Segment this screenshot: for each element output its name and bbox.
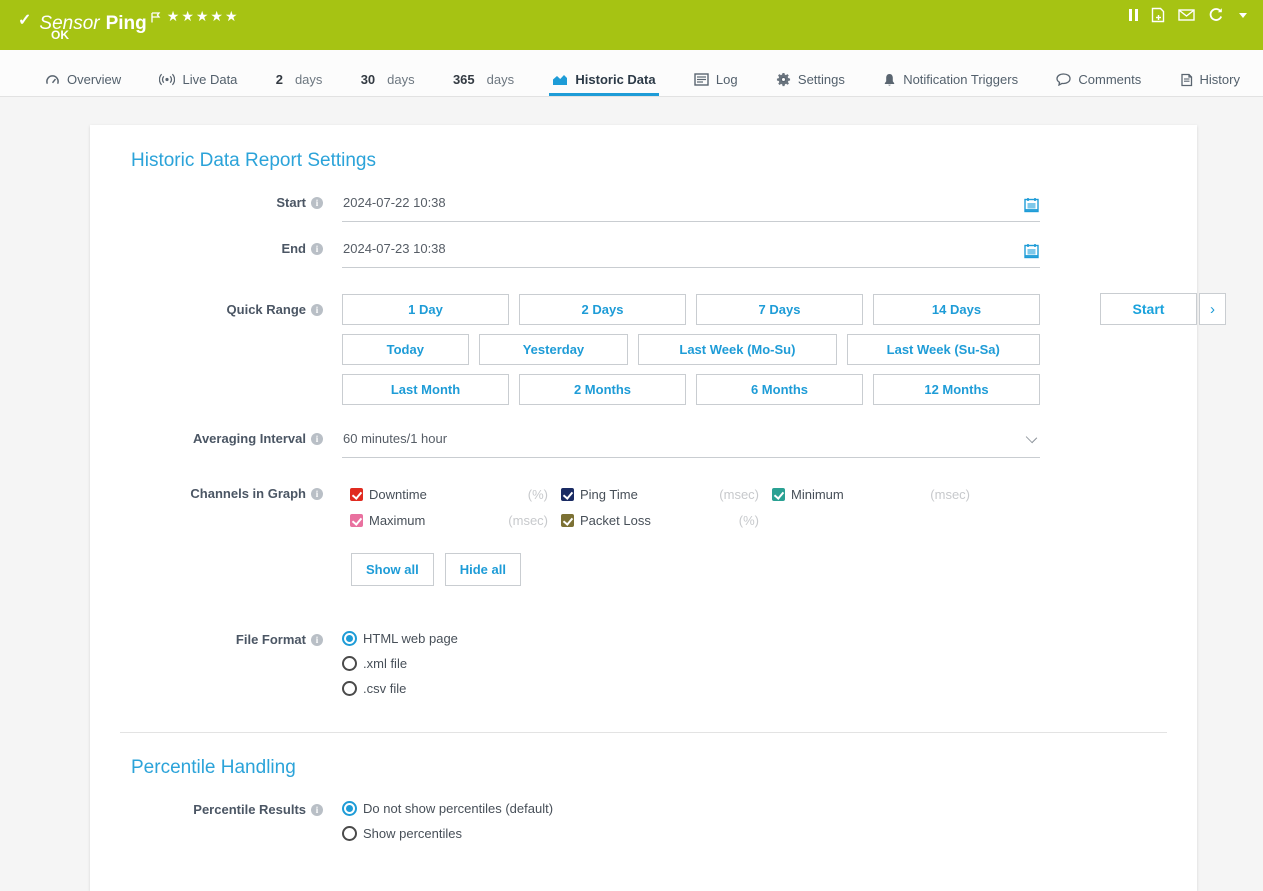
end-label: End	[281, 241, 306, 256]
email-icon[interactable]	[1178, 9, 1195, 21]
sensor-status-badge: OK	[51, 28, 69, 42]
channel-ping-time-checkbox[interactable]: Ping Time (msec)	[561, 487, 759, 502]
start-date-input[interactable]: 2024-07-22 10:38	[342, 193, 1040, 222]
quick-range-12-months-button[interactable]: 12 Months	[873, 374, 1040, 405]
quick-range-today-button[interactable]: Today	[342, 334, 469, 365]
caret-down-icon[interactable]	[1237, 13, 1247, 18]
end-row: End i 2024-07-23 10:38	[131, 239, 1157, 268]
quick-range-7-days-button[interactable]: 7 Days	[696, 294, 863, 325]
percentile-results-label: Percentile Results	[193, 802, 306, 817]
gauge-icon	[45, 73, 60, 87]
sensor-header: ✓ Sensor Ping ★★★★★ OK	[0, 0, 1263, 50]
checkbox-checked-icon[interactable]	[561, 488, 574, 501]
quick-range-last-week-mo-su-button[interactable]: Last Week (Mo-Su)	[638, 334, 836, 365]
broadcast-icon	[159, 73, 175, 86]
quick-range-row: Quick Range i 1 Day 2 Days 7 Days 14 Day…	[131, 294, 1157, 405]
tab-notification-triggers[interactable]: Notification Triggers	[880, 63, 1021, 96]
quick-range-yesterday-button[interactable]: Yesterday	[479, 334, 629, 365]
status-ok-check-icon: ✓	[18, 10, 31, 30]
channel-maximum-checkbox[interactable]: Maximum (msec)	[350, 513, 548, 528]
channels-in-graph-label: Channels in Graph	[190, 486, 306, 501]
info-icon[interactable]: i	[311, 433, 323, 445]
show-all-button[interactable]: Show all	[351, 553, 434, 586]
averaging-interval-row: Averaging Interval i 60 minutes/1 hour	[131, 429, 1157, 458]
start-chevron-button[interactable]: ›	[1199, 293, 1226, 325]
quick-range-2-days-button[interactable]: 2 Days	[519, 294, 686, 325]
info-icon[interactable]: i	[311, 488, 323, 500]
quick-range-2-months-button[interactable]: 2 Months	[519, 374, 686, 405]
file-format-csv-radio[interactable]: .csv file	[342, 681, 1040, 696]
tab-settings[interactable]: Settings	[773, 63, 848, 96]
add-report-icon[interactable]	[1151, 7, 1165, 23]
calendar-icon[interactable]	[1024, 197, 1039, 216]
averaging-interval-label: Averaging Interval	[193, 431, 306, 446]
end-date-input[interactable]: 2024-07-23 10:38	[342, 239, 1040, 268]
sensor-name: Ping	[106, 13, 147, 34]
file-format-html-radio[interactable]: HTML web page	[342, 631, 1040, 646]
tab-comments[interactable]: Comments	[1053, 63, 1144, 96]
section-title-percentile-handling: Percentile Handling	[131, 757, 1157, 779]
gear-icon	[776, 72, 791, 87]
file-format-row: File Format i HTML web page .xml file	[131, 630, 1157, 696]
calendar-icon[interactable]	[1024, 243, 1039, 262]
start-row: Start i 2024-07-22 10:38	[131, 193, 1157, 222]
pause-icon[interactable]	[1129, 9, 1138, 21]
radio-icon[interactable]	[342, 681, 357, 696]
quick-range-last-month-button[interactable]: Last Month	[342, 374, 509, 405]
chevron-down-icon[interactable]	[1026, 432, 1037, 443]
tab-live-data[interactable]: Live Data	[156, 63, 240, 96]
hide-all-button[interactable]: Hide all	[445, 553, 521, 586]
tab-historic-data[interactable]: Historic Data	[549, 63, 658, 96]
tab-overview[interactable]: Overview	[42, 63, 124, 96]
percentile-do-not-show-radio[interactable]: Do not show percentiles (default)	[342, 801, 1040, 816]
file-format-xml-radio[interactable]: .xml file	[342, 656, 1040, 671]
radio-icon[interactable]	[342, 656, 357, 671]
tab-2-days[interactable]: 2days	[273, 63, 326, 96]
quick-range-last-week-su-sa-button[interactable]: Last Week (Su-Sa)	[847, 334, 1041, 365]
area-chart-icon	[552, 73, 568, 86]
checkbox-checked-icon[interactable]	[350, 488, 363, 501]
percentile-results-row: Percentile Results i Do not show percent…	[131, 800, 1157, 841]
section-title-historic-data-report-settings: Historic Data Report Settings	[131, 150, 1157, 172]
tab-30-days[interactable]: 30days	[358, 63, 418, 96]
radio-selected-icon[interactable]	[342, 801, 357, 816]
tab-365-days[interactable]: 365days	[450, 63, 517, 96]
info-icon[interactable]: i	[311, 304, 323, 316]
section-divider	[120, 732, 1167, 733]
checkbox-checked-icon[interactable]	[561, 514, 574, 527]
refresh-icon[interactable]	[1208, 7, 1224, 23]
file-format-label: File Format	[236, 632, 306, 647]
bell-icon	[883, 73, 896, 87]
checkbox-checked-icon[interactable]	[772, 488, 785, 501]
quick-range-14-days-button[interactable]: 14 Days	[873, 294, 1040, 325]
averaging-interval-select[interactable]: 60 minutes/1 hour	[342, 429, 1040, 458]
info-icon[interactable]: i	[311, 804, 323, 816]
radio-selected-icon[interactable]	[342, 631, 357, 646]
quick-range-6-months-button[interactable]: 6 Months	[696, 374, 863, 405]
checkbox-checked-icon[interactable]	[350, 514, 363, 527]
priority-stars[interactable]: ★★★★★	[167, 8, 240, 25]
flag-icon[interactable]	[151, 7, 161, 28]
info-icon[interactable]: i	[311, 243, 323, 255]
info-icon[interactable]: i	[311, 634, 323, 646]
sensor-title-prefix: Sensor	[39, 13, 99, 34]
quick-range-label: Quick Range	[227, 302, 306, 317]
channels-in-graph-row: Channels in Graph i Downtime (%) Ping Ti…	[131, 484, 1157, 586]
log-icon	[694, 73, 709, 86]
channel-minimum-checkbox[interactable]: Minimum (msec)	[772, 487, 970, 502]
tab-log[interactable]: Log	[691, 63, 741, 96]
start-report-button[interactable]: Start	[1100, 293, 1197, 325]
settings-card: Historic Data Report Settings Start i 20…	[90, 125, 1197, 891]
channel-packet-loss-checkbox[interactable]: Packet Loss (%)	[561, 513, 759, 528]
tab-history[interactable]: History	[1177, 63, 1243, 96]
comment-icon	[1056, 73, 1071, 86]
start-label: Start	[276, 195, 306, 210]
channel-downtime-checkbox[interactable]: Downtime (%)	[350, 487, 548, 502]
info-icon[interactable]: i	[311, 197, 323, 209]
quick-range-1-day-button[interactable]: 1 Day	[342, 294, 509, 325]
tab-strip: Overview Live Data 2days 30days 365days …	[0, 50, 1263, 97]
history-icon	[1180, 73, 1193, 87]
